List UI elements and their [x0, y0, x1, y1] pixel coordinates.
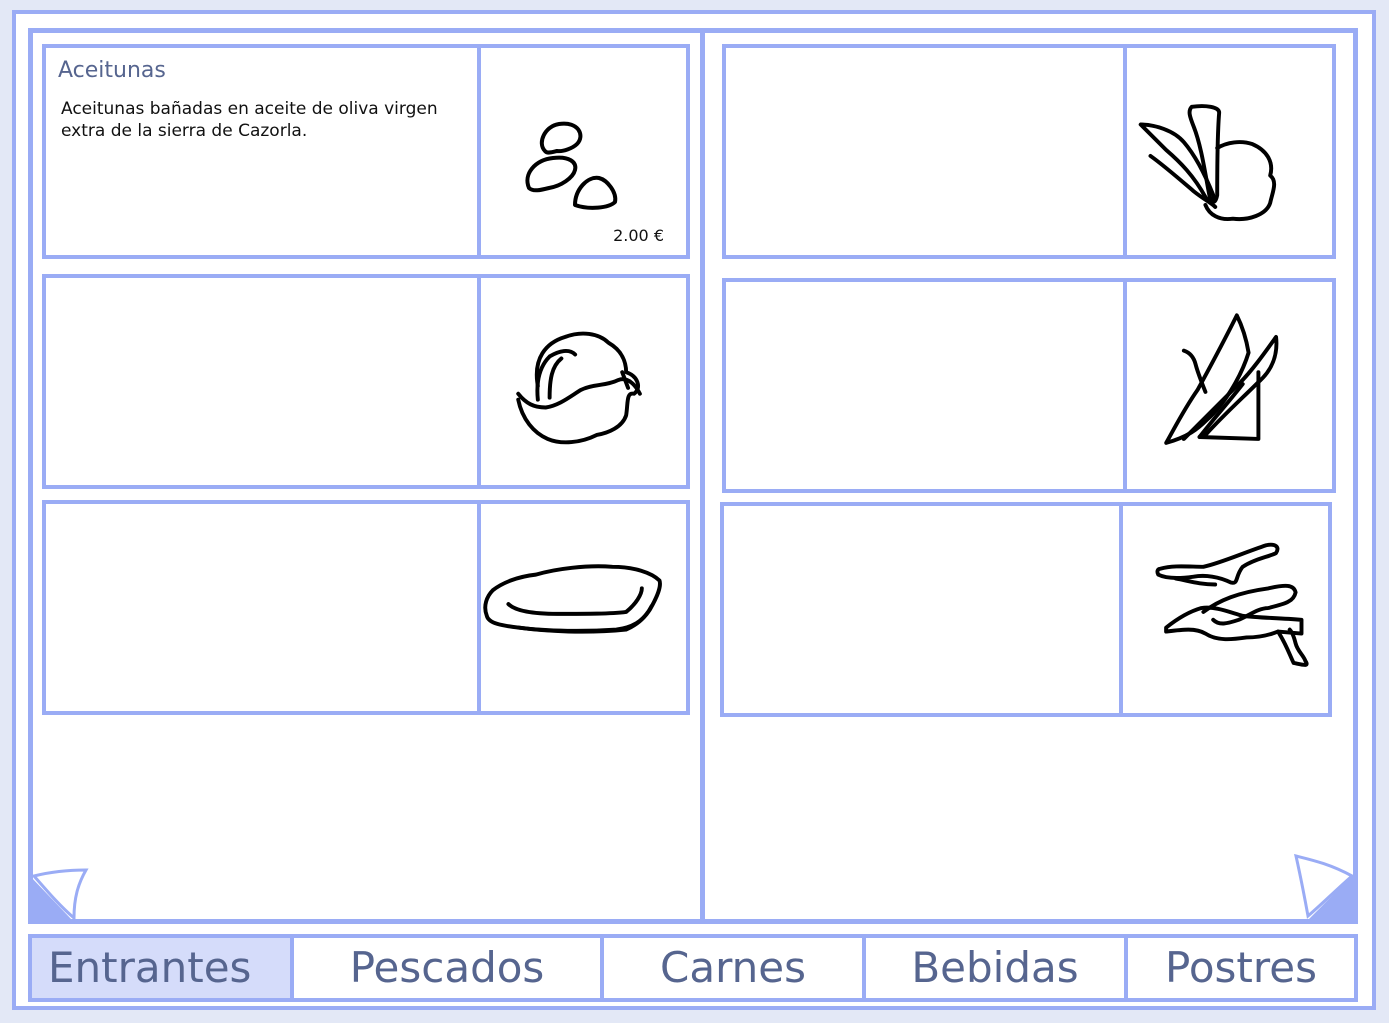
- tab-label: Entrantes: [48, 943, 252, 992]
- tab-label: Postres: [1165, 943, 1317, 992]
- tab-postres[interactable]: Postres: [1124, 938, 1354, 998]
- tab-label: Carnes: [660, 943, 806, 992]
- category-tabs: Entrantes Pescados Carnes Bebidas Postre…: [28, 934, 1358, 1002]
- cheese-ball-drawing-icon: [477, 278, 686, 485]
- menu-item-title: Aceitunas: [58, 58, 166, 83]
- menu-item-card[interactable]: [722, 44, 1336, 259]
- previous-page-corner-icon[interactable]: [30, 866, 90, 922]
- tab-pescados[interactable]: Pescados: [290, 938, 600, 998]
- tab-bebidas[interactable]: Bebidas: [862, 938, 1124, 998]
- tab-entrantes[interactable]: Entrantes: [32, 938, 290, 998]
- flatbread-drawing-icon: [477, 504, 686, 711]
- tab-carnes[interactable]: Carnes: [600, 938, 862, 998]
- olives-drawing-icon: [477, 48, 686, 255]
- asparagus-drawing-icon: [1123, 48, 1332, 255]
- menu-item-description: Aceitunas bañadas en aceite de oliva vir…: [61, 99, 438, 141]
- next-page-corner-icon[interactable]: [1294, 854, 1358, 922]
- menu-item-card[interactable]: [720, 502, 1332, 717]
- book-spine: [700, 30, 705, 922]
- menu-item-card[interactable]: [42, 274, 690, 489]
- peppers-drawing-icon: [1119, 506, 1328, 713]
- menu-item-card[interactable]: Aceitunas Aceitunas bañadas en aceite de…: [42, 44, 690, 259]
- menu-item-card[interactable]: [722, 278, 1336, 493]
- tab-label: Bebidas: [911, 943, 1079, 992]
- menu-item-card[interactable]: [42, 500, 690, 715]
- tab-label: Pescados: [349, 943, 545, 992]
- cheese-wedge-drawing-icon: [1123, 282, 1332, 489]
